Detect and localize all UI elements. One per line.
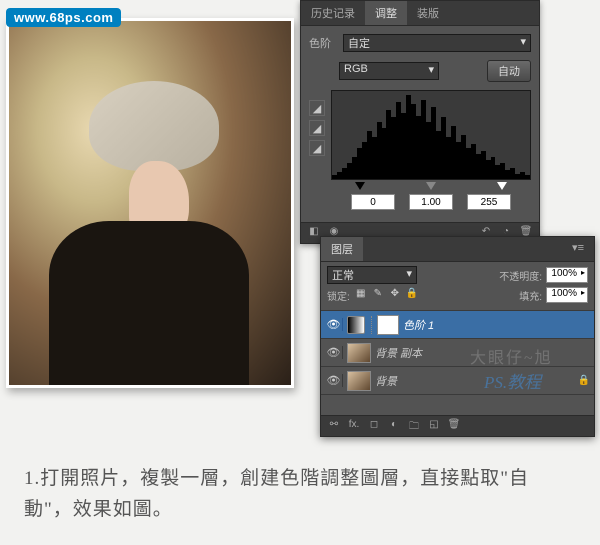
highlight-input[interactable]	[467, 194, 511, 210]
lock-transparency-icon[interactable]: ▦	[354, 288, 368, 302]
overlay-text-2: PS.教程	[484, 368, 541, 393]
lock-indicator-icon: 🔒	[578, 375, 590, 386]
shadow-slider-icon[interactable]	[355, 182, 365, 190]
preset-dropdown[interactable]: 自定	[343, 34, 531, 52]
photo-content	[9, 21, 291, 385]
tab-history[interactable]: 历史记录	[301, 1, 365, 25]
layer-thumbnail[interactable]	[347, 371, 371, 391]
layers-footer: ⚯ fx. ◻ ◐ 🗀 ◱ 🗑	[321, 415, 594, 436]
midtone-slider-icon[interactable]	[426, 182, 436, 190]
eyedropper-gray-icon[interactable]: ◢	[309, 120, 325, 136]
layer-list: 👁 色阶 1 👁 背景 副本 👁 背景 🔒	[321, 310, 594, 415]
shadow-input[interactable]	[351, 194, 395, 210]
lock-all-icon[interactable]: 🔒	[405, 288, 419, 302]
site-watermark: www.68ps.com	[6, 8, 121, 27]
fill-input[interactable]: 100%	[546, 287, 588, 303]
adjustment-type-label: 色阶	[309, 35, 337, 51]
channel-dropdown[interactable]: RGB	[339, 62, 439, 80]
tab-layers[interactable]: 图层	[321, 237, 363, 261]
layer-fx-icon[interactable]: fx.	[347, 419, 361, 433]
lock-label: 锁定:	[327, 288, 350, 303]
clip-icon[interactable]: ◧	[307, 226, 321, 240]
adjustment-icon[interactable]	[347, 316, 365, 334]
layer-item-copy[interactable]: 👁 背景 副本	[321, 339, 594, 367]
layer-name[interactable]: 背景	[375, 373, 578, 389]
eyedropper-white-icon[interactable]: ◢	[309, 140, 325, 156]
fill-label: 填充:	[519, 288, 542, 303]
add-mask-icon[interactable]: ◻	[367, 419, 381, 433]
overlay-text-1: 大眼仔~旭	[470, 344, 553, 368]
adjustments-panel: 历史记录 调整 装版 色阶 自定 RGB 自动 ◢ ◢ ◢	[300, 0, 540, 244]
visibility-toggle-icon[interactable]: 👁	[325, 346, 343, 359]
layers-panel: 图层 ▾≡ 正常 不透明度: 100% 锁定: ▦ ✎ ✥ 🔒 填充: 100%…	[320, 236, 595, 437]
visibility-toggle-icon[interactable]: 👁	[325, 318, 343, 331]
delete-layer-icon[interactable]: 🗑	[447, 419, 461, 433]
histogram[interactable]	[331, 90, 531, 180]
layer-thumbnail[interactable]	[347, 343, 371, 363]
eyedropper-black-icon[interactable]: ◢	[309, 100, 325, 116]
opacity-label: 不透明度:	[499, 268, 542, 283]
new-layer-icon[interactable]: ◱	[427, 419, 441, 433]
layer-item-levels[interactable]: 👁 色阶 1	[321, 311, 594, 339]
tab-mask[interactable]: 装版	[407, 1, 449, 25]
add-adjustment-icon[interactable]: ◐	[387, 419, 401, 433]
eyedropper-tools: ◢ ◢ ◢	[309, 90, 325, 214]
levels-slider[interactable]	[355, 182, 507, 190]
highlight-slider-icon[interactable]	[497, 182, 507, 190]
new-group-icon[interactable]: 🗀	[407, 419, 421, 433]
adjustments-tabs: 历史记录 调整 装版	[301, 1, 539, 26]
panel-menu-icon[interactable]: ▾≡	[562, 237, 594, 261]
tab-adjustments[interactable]: 调整	[365, 1, 407, 25]
midtone-input[interactable]	[409, 194, 453, 210]
link-layers-icon[interactable]: ⚯	[327, 419, 341, 433]
auto-button[interactable]: 自动	[487, 60, 531, 82]
lock-pixels-icon[interactable]: ✎	[371, 288, 385, 302]
visibility-toggle-icon[interactable]: 👁	[325, 374, 343, 387]
layer-name[interactable]: 色阶 1	[403, 317, 590, 333]
example-photo	[6, 18, 294, 388]
layer-item-background[interactable]: 👁 背景 🔒	[321, 367, 594, 395]
lock-position-icon[interactable]: ✥	[388, 288, 402, 302]
blend-mode-dropdown[interactable]: 正常	[327, 266, 417, 284]
instruction-text: 1.打開照片，複製一層，創建色階調整圖層，直接點取"自動"，效果如圖。	[24, 464, 576, 525]
opacity-input[interactable]: 100%	[546, 267, 588, 283]
layer-mask-thumb[interactable]	[377, 315, 399, 335]
